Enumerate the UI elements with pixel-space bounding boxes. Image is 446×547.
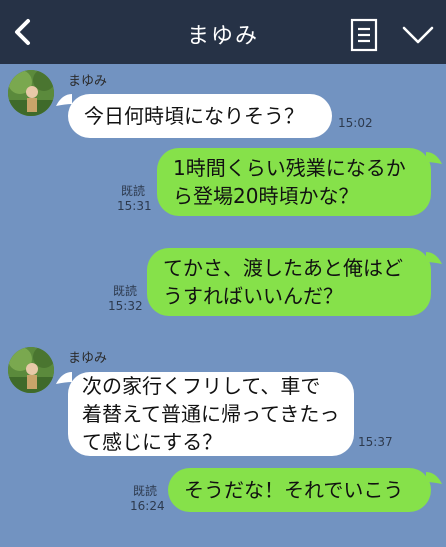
bubble-tail bbox=[426, 472, 442, 484]
sender-name: まゆみ bbox=[68, 351, 108, 366]
message-bubble[interactable]: 1時間くらい残業になるから登場20時頃かな？ bbox=[157, 148, 431, 216]
back-button[interactable] bbox=[6, 14, 42, 50]
chat-header: まゆみ bbox=[0, 0, 446, 64]
chevron-left-icon bbox=[15, 19, 30, 45]
message-bubble[interactable]: そうだな！それでいこう bbox=[168, 468, 431, 512]
chevron-down-icon bbox=[402, 26, 434, 44]
message-time: 15:31 bbox=[117, 199, 152, 213]
read-receipt: 既読 bbox=[120, 184, 145, 198]
read-receipt: 既読 bbox=[112, 284, 137, 298]
message-time: 16:24 bbox=[130, 499, 165, 513]
message-bubble[interactable]: てかさ、渡したあと俺はどうすればいいんだ？ bbox=[147, 248, 431, 316]
message-time: 15:37 bbox=[358, 435, 393, 449]
collapse-button[interactable] bbox=[400, 24, 436, 46]
avatar[interactable] bbox=[8, 70, 54, 116]
message-bubble[interactable]: 次の家行くフリして、車で着替えて普通に帰ってきたって感じにする？ bbox=[68, 372, 354, 456]
note-icon bbox=[350, 18, 378, 52]
avatar[interactable] bbox=[8, 347, 54, 393]
bubble-tail bbox=[426, 152, 442, 164]
note-button[interactable] bbox=[350, 18, 380, 52]
message-bubble[interactable]: 今日何時頃になりそう？ bbox=[68, 94, 332, 138]
sender-name: まゆみ bbox=[68, 74, 108, 89]
message-time: 15:32 bbox=[108, 299, 143, 313]
read-receipt: 既読 bbox=[132, 484, 157, 498]
message-time: 15:02 bbox=[338, 116, 373, 130]
bubble-tail bbox=[426, 252, 442, 264]
